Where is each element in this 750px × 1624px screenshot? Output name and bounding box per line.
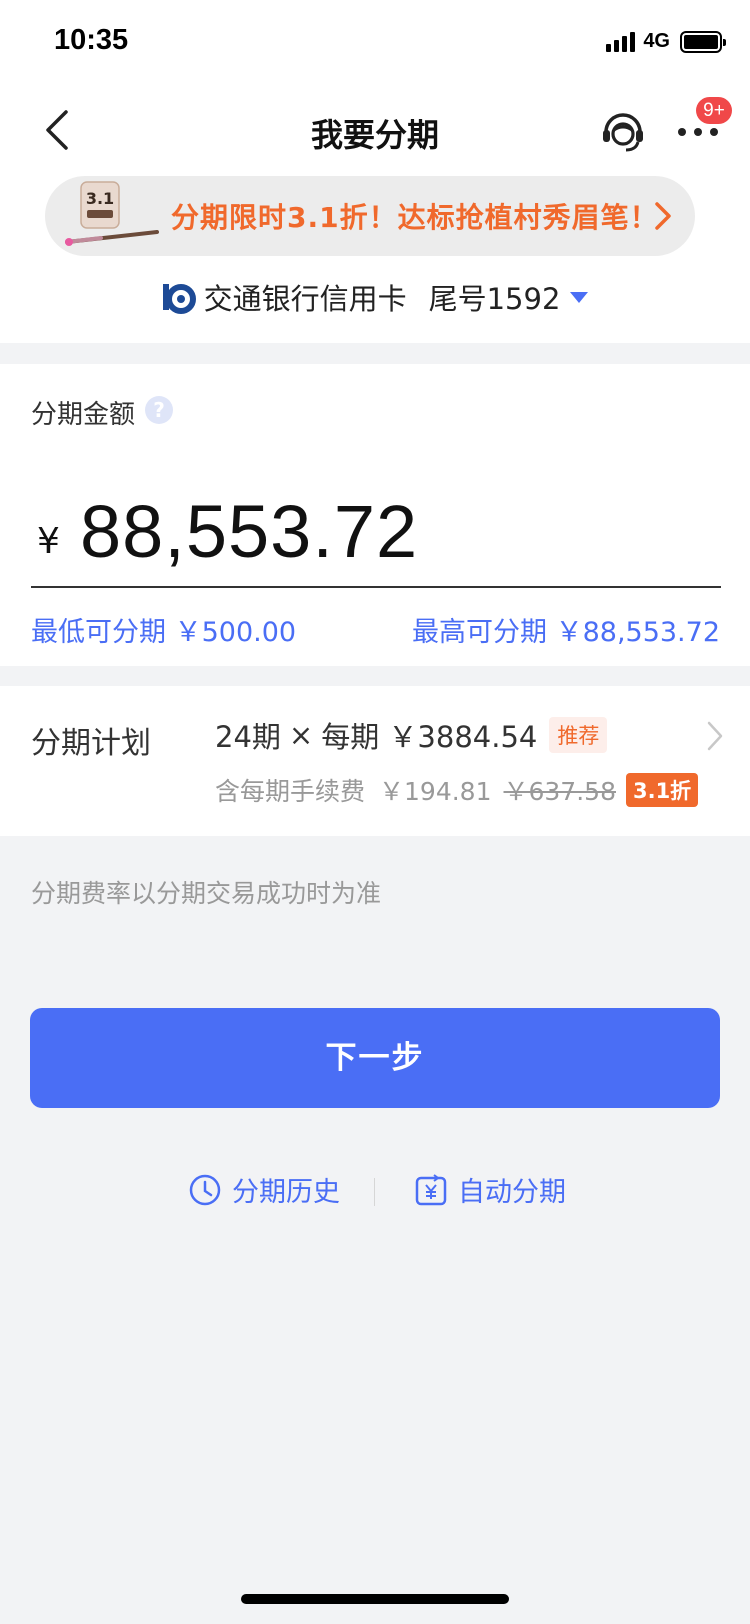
- promo-text: 分期限时3.1折！达标抢植村秀眉笔！: [171, 201, 659, 234]
- discount-tag: 3.1折: [625, 773, 699, 807]
- eyebrow-pencil-promo-image: 3.1: [65, 181, 159, 246]
- original-fee-value: ￥637.58: [503, 777, 616, 806]
- installment-plan-row[interactable]: 分期计划 24期 × 每期 ￥3884.54 推荐 含每期手续费 ￥194.81…: [0, 686, 750, 836]
- status-bar: 10:35 4G: [0, 0, 750, 90]
- auto-installment-icon: [415, 1173, 447, 1205]
- battery-icon: [680, 30, 726, 53]
- plan-label: 分期计划: [31, 726, 151, 761]
- amount-label: 分期金额: [31, 400, 136, 430]
- network-type: 4G: [643, 30, 670, 52]
- help-icon[interactable]: ?: [145, 396, 173, 424]
- auto-label: 自动分期: [458, 1177, 566, 1208]
- card-tail-number: 尾号1592: [428, 282, 561, 316]
- status-time: 10:35: [54, 24, 129, 56]
- history-label: 分期历史: [232, 1177, 340, 1208]
- promo-banner[interactable]: 3.1 分期限时3.1折！达标抢植村秀眉笔！: [45, 176, 695, 256]
- max-amount-text[interactable]: 最高可分期 ￥88,553.72: [412, 610, 720, 649]
- min-amount-text: 最低可分期 ￥500.00: [31, 617, 297, 648]
- nav-bar: 我要分期: [0, 90, 750, 170]
- status-indicators: 4G: [606, 30, 726, 53]
- next-step-button[interactable]: 下一步: [30, 1008, 720, 1108]
- bank-logo-icon: [162, 284, 196, 314]
- plan-periods: 24期: [215, 720, 281, 754]
- chevron-right-icon: [655, 202, 671, 230]
- card-selector[interactable]: 交通银行信用卡 尾号1592: [0, 276, 750, 321]
- times-sign: ×: [288, 718, 314, 752]
- customer-service-button[interactable]: [600, 106, 646, 154]
- amount-panel: 分期金额 ? ¥ 88,553.72 最低可分期 ￥500.00 最高可分期 ￥…: [0, 364, 750, 666]
- plan-summary: 24期 × 每期 ￥3884.54 推荐: [215, 714, 608, 756]
- amount-underline: [31, 586, 721, 588]
- signal-icon: [606, 31, 636, 52]
- installment-history-link[interactable]: 分期历史: [188, 1170, 340, 1209]
- home-indicator: [241, 1594, 509, 1604]
- bottom-links: 分期历史 自动分期: [0, 1170, 750, 1214]
- amount-input[interactable]: 88,553.72: [80, 489, 418, 574]
- fee-value: ￥194.81: [379, 777, 492, 806]
- fee-label: 含每期手续费: [215, 777, 366, 806]
- svg-text:3.1: 3.1: [86, 189, 114, 208]
- link-divider: [374, 1178, 375, 1206]
- notification-badge: 9+: [696, 97, 732, 124]
- currency-symbol: ¥: [37, 521, 60, 562]
- auto-installment-link[interactable]: 自动分期: [414, 1170, 566, 1209]
- plan-fee-info: 含每期手续费 ￥194.81 ￥637.58 3.1折: [215, 772, 699, 808]
- plan-per-period: 每期 ￥3884.54: [321, 720, 538, 754]
- bank-name: 交通银行信用卡: [203, 282, 407, 316]
- rate-note: 分期费率以分期交易成功时为准: [31, 879, 382, 908]
- headset-icon: [603, 113, 643, 152]
- dropdown-triangle-icon: [570, 291, 589, 303]
- recommend-tag: 推荐: [549, 717, 608, 753]
- chevron-right-icon: [707, 721, 723, 751]
- clock-icon: [189, 1174, 221, 1205]
